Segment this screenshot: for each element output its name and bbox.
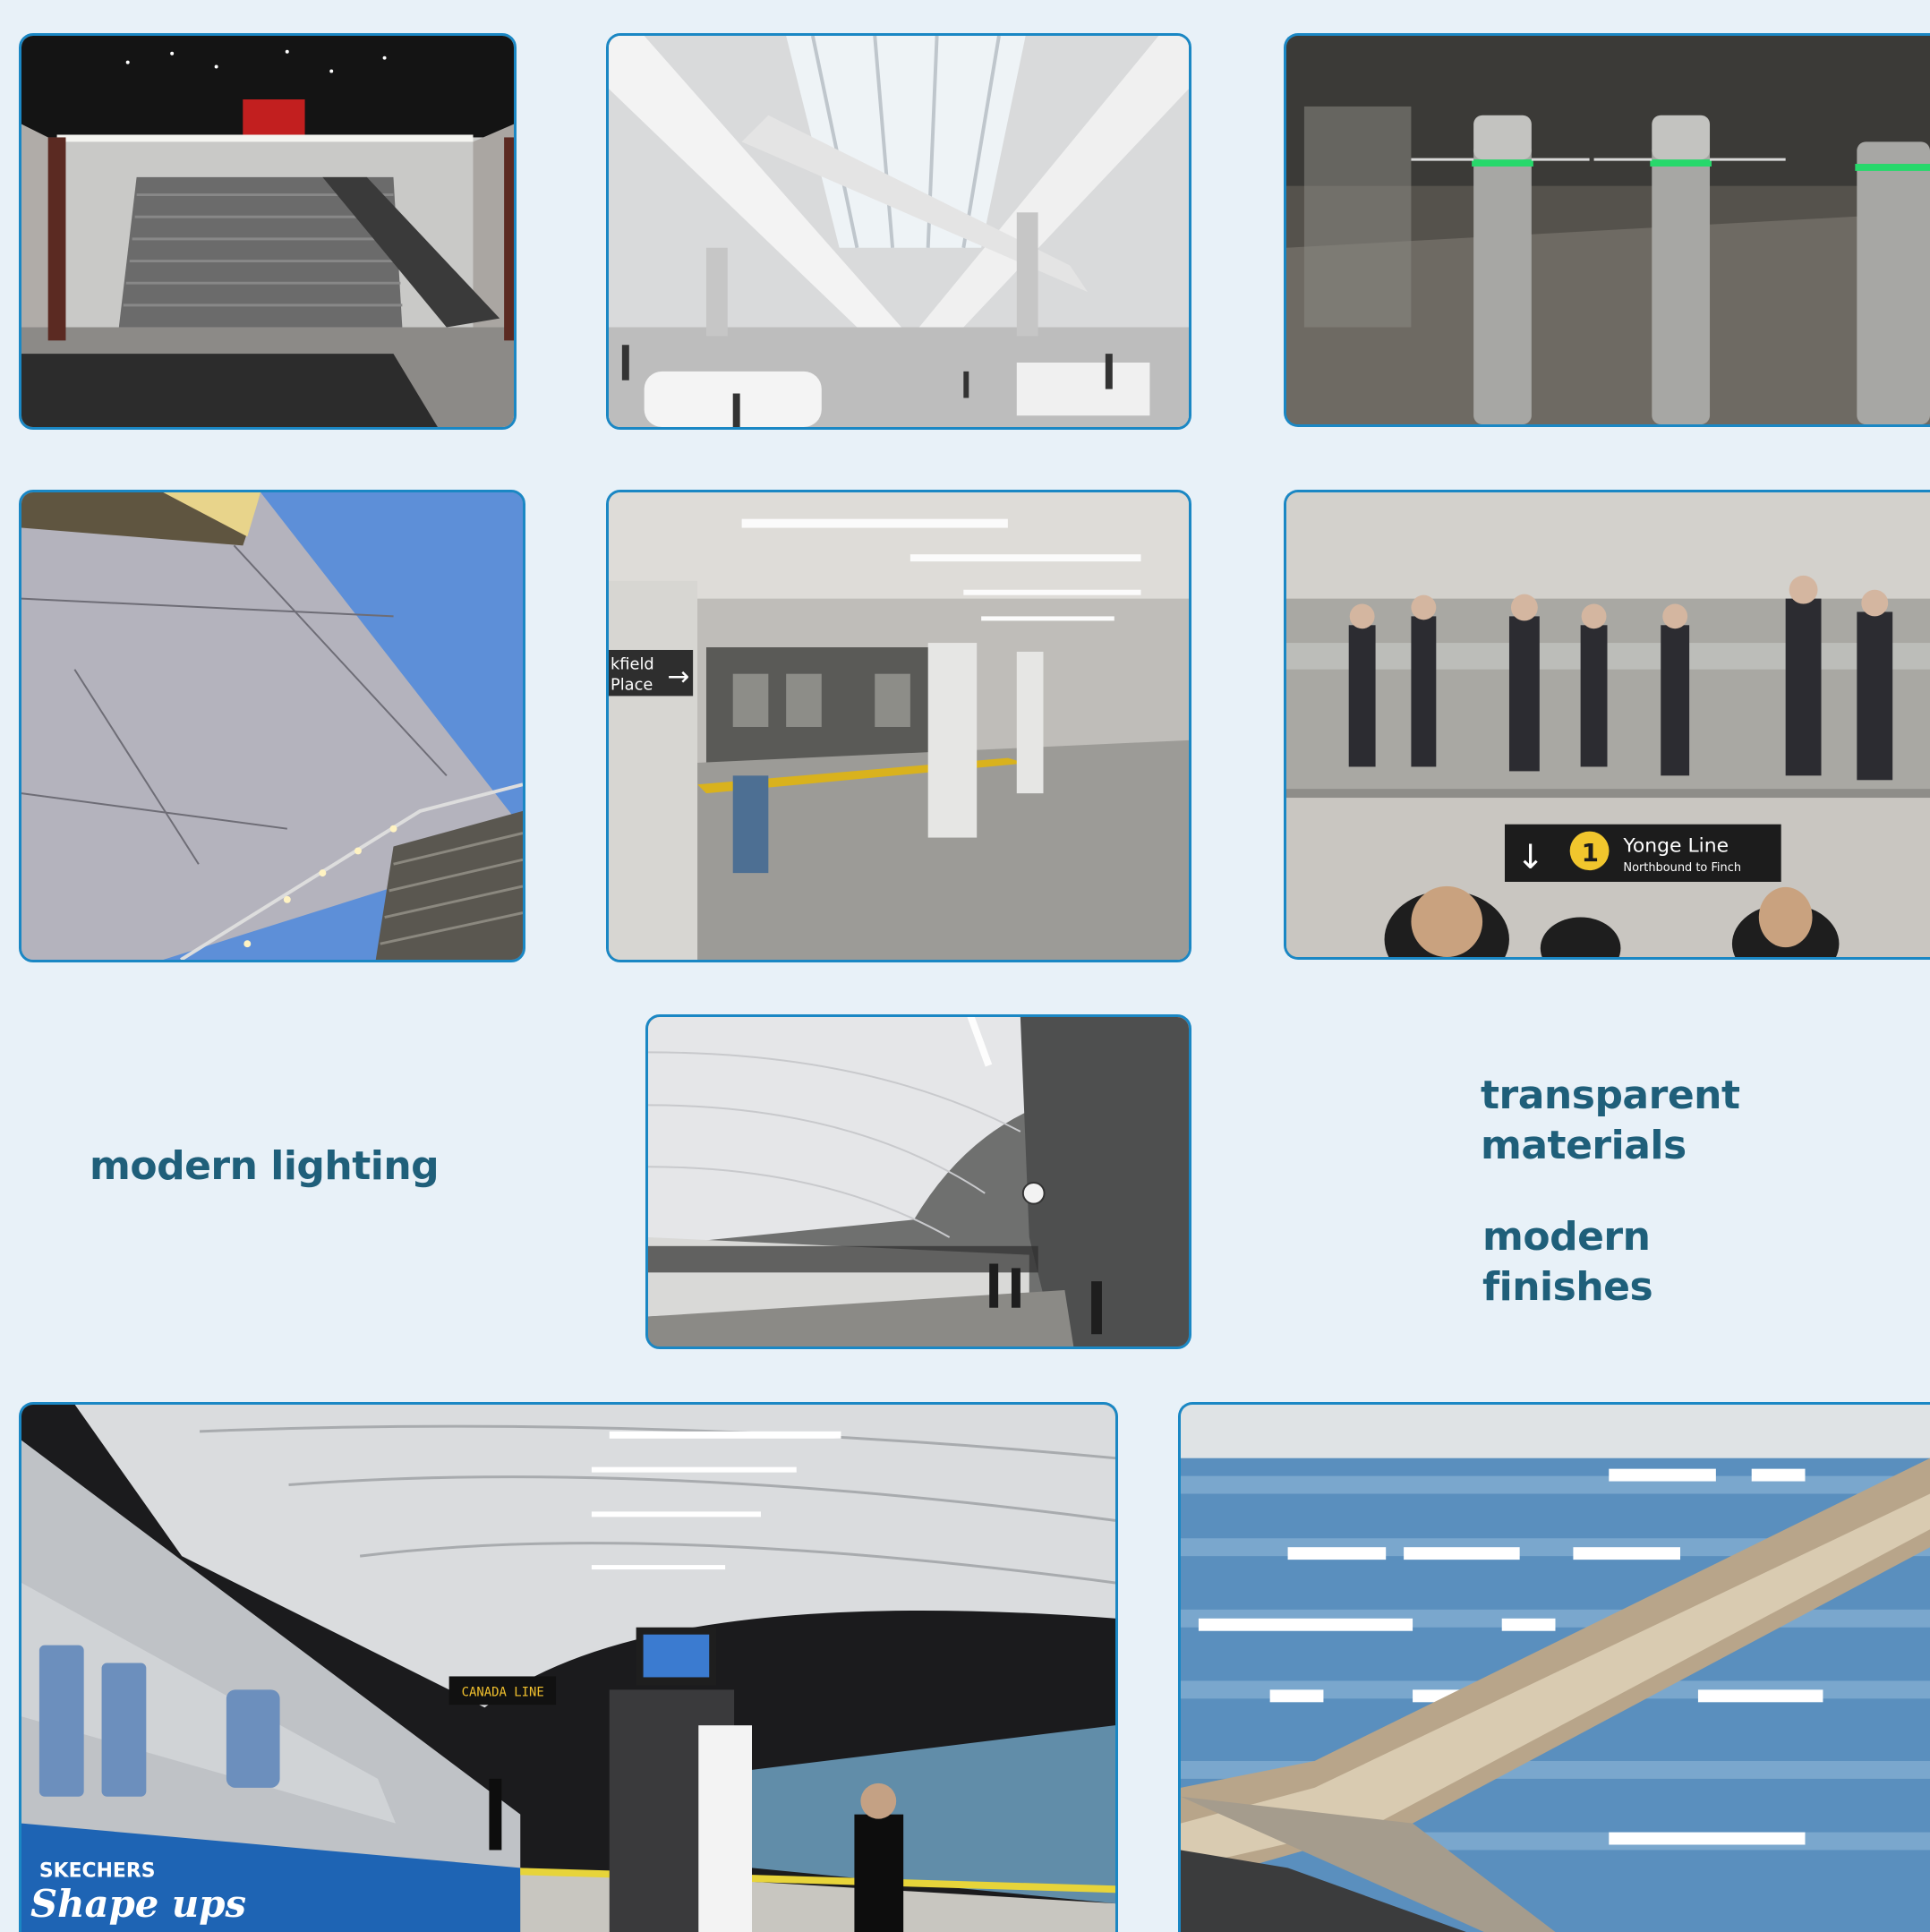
- caption-transparent-line1: transparent: [1481, 1073, 1740, 1118]
- photo-station-stairs-escalator: [19, 33, 517, 430]
- caption-modern-lighting-text: modern lighting: [90, 1143, 440, 1189]
- caption-transparent-materials: transparent materials: [1481, 1071, 1740, 1172]
- photo-canada-line-platform: SKECHERS Shape ups CANADA LINE: [19, 1402, 1118, 1932]
- platform-sign-line2: Place: [611, 675, 653, 694]
- line-sign-name: Yonge Line: [1622, 834, 1729, 857]
- train-ad-brand: SKECHERS: [39, 1859, 156, 1882]
- photo-exterior-wall-stairs: [19, 490, 525, 962]
- photo-curved-tunnel-train: [645, 1014, 1191, 1349]
- photo-subway-platform: kfield Place →: [606, 490, 1191, 962]
- caption-modern-line1: modern: [1482, 1214, 1651, 1260]
- train-ad-slogan: Shape ups: [30, 1882, 246, 1926]
- line-sign-direction: Northbound to Finch: [1623, 861, 1741, 875]
- platform-display-text: CANADA LINE: [462, 1685, 544, 1699]
- platform-sign-line1: kfield: [611, 655, 654, 674]
- caption-finishes-line2: finishes: [1482, 1264, 1653, 1311]
- line-sign-number: 1: [1582, 838, 1599, 868]
- arrow-right-icon: →: [667, 662, 689, 693]
- caption-modern-finishes: modern finishes: [1482, 1212, 1653, 1313]
- arrow-down-icon: ↓: [1516, 837, 1545, 876]
- photo-station-atrium-skylight: [606, 33, 1191, 430]
- caption-modern-lighting: modern lighting: [90, 1141, 440, 1192]
- photo-glass-concourse-yonge-line: ↓ 1 Yonge Line Northbound to Finch: [1284, 490, 1930, 960]
- photo-fare-gates: [1284, 33, 1930, 427]
- photo-blue-tile-escalator: [1178, 1402, 1930, 1932]
- caption-materials-line2: materials: [1481, 1123, 1687, 1169]
